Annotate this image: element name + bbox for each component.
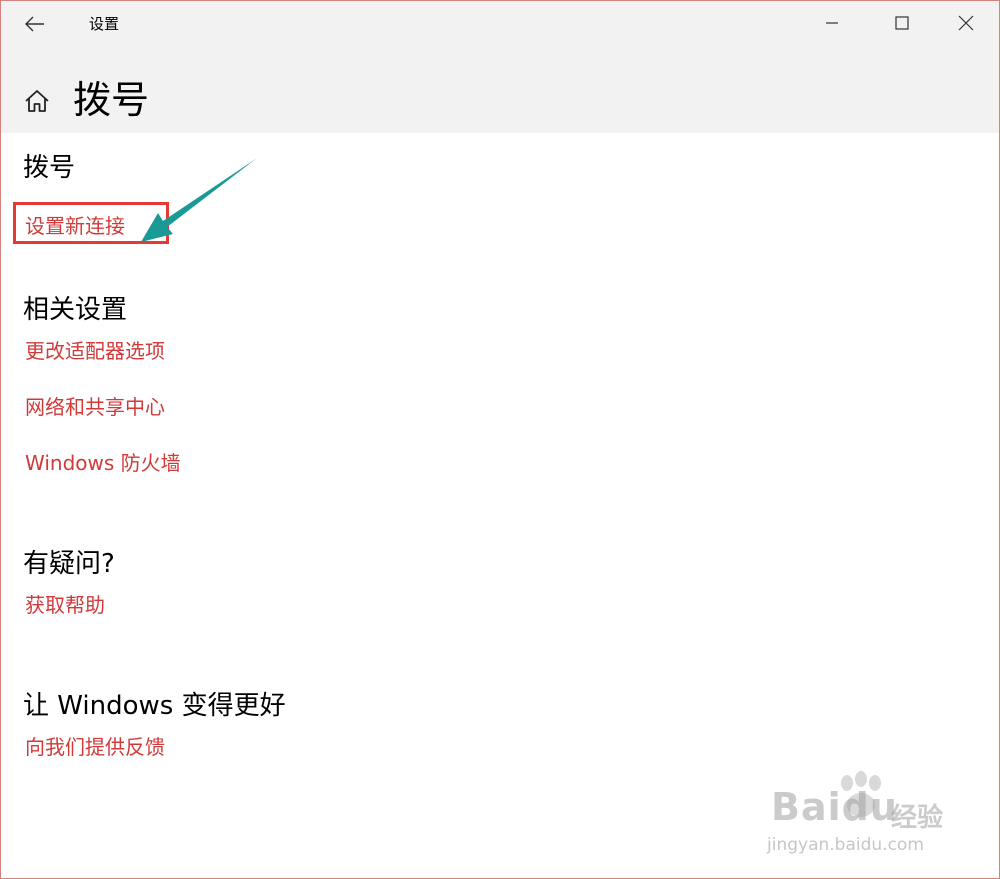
get-help-link[interactable]: 获取帮助 (25, 591, 105, 619)
close-icon (958, 15, 974, 31)
maximize-button[interactable] (879, 1, 925, 45)
minimize-button[interactable] (809, 1, 855, 45)
watermark-url: jingyan.baidu.com (767, 835, 924, 855)
questions-section-title: 有疑问? (23, 549, 115, 579)
watermark-sub: 经验 (891, 803, 944, 833)
feedback-section-title: 让 Windows 变得更好 (23, 691, 286, 721)
maximize-icon (895, 16, 909, 30)
minimize-icon (826, 22, 838, 24)
windows-firewall-link[interactable]: Windows 防火墙 (25, 449, 181, 477)
give-feedback-link[interactable]: 向我们提供反馈 (25, 733, 165, 761)
baidu-watermark: Baidu 经验 jingyan.baidu.com (761, 771, 961, 867)
annotation-arrow-icon (141, 158, 257, 242)
network-sharing-center-link[interactable]: 网络和共享中心 (25, 393, 165, 421)
related-settings-title: 相关设置 (23, 295, 128, 325)
watermark-brand: Baidu (771, 785, 898, 829)
close-button[interactable] (943, 1, 989, 45)
change-adapter-options-link[interactable]: 更改适配器选项 (25, 337, 165, 365)
settings-window: 设置 拨号 拨号 设置新连接 相关设置 更改适配器选项 网络和共享中心 Wind… (0, 0, 1000, 879)
